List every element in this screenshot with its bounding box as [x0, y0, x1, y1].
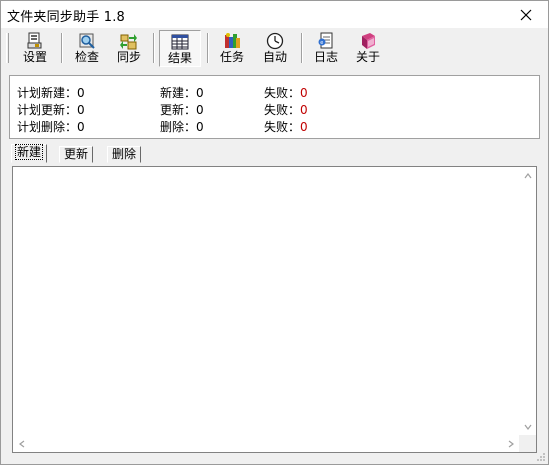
tasks-button[interactable]: 任务 — [213, 30, 251, 67]
planned-new-label: 计划新建： — [17, 86, 78, 100]
close-button[interactable] — [504, 1, 548, 28]
update-stat: 更新：0 — [160, 101, 204, 118]
planned-update-stat: 计划更新：0 — [17, 101, 85, 118]
window-title: 文件夹同步助手 1.8 — [7, 10, 126, 25]
delete-label: 删除： — [160, 120, 197, 134]
fail-new-stat: 失败：0 — [264, 84, 308, 101]
results-list[interactable] — [12, 166, 537, 453]
planned-update-label: 计划更新： — [17, 103, 78, 117]
fail-value: 0 — [300, 103, 308, 117]
resize-grip-icon[interactable] — [536, 452, 546, 462]
delete-value: 0 — [196, 120, 204, 134]
new-label: 新建： — [160, 86, 197, 100]
scroll-down-button[interactable] — [519, 418, 536, 435]
fail-label: 失败： — [264, 86, 301, 100]
toolbar-separator — [153, 33, 155, 63]
fail-value: 0 — [300, 120, 308, 134]
log-label: 日志 — [313, 50, 338, 64]
update-value: 0 — [196, 103, 204, 117]
log-icon: e — [318, 32, 333, 49]
planned-update-value: 0 — [77, 103, 85, 117]
about-label: 关于 — [355, 50, 380, 64]
chevron-up-icon — [524, 172, 531, 178]
tab-update[interactable]: 更新 — [59, 146, 94, 163]
auto-button[interactable]: 自动 — [255, 30, 295, 67]
vertical-scrollbar[interactable] — [519, 167, 536, 435]
sync-button[interactable]: 同步 — [111, 30, 147, 67]
fail-update-stat: 失败：0 — [264, 101, 308, 118]
chevron-right-icon — [508, 440, 514, 447]
sync-icon — [120, 34, 137, 50]
toolbar: 设置 检查 同步 结果 任务 自动 e 日志 关于 — [1, 28, 548, 68]
toolbar-grip[interactable] — [6, 33, 9, 63]
tab-new[interactable]: 新建 — [11, 144, 48, 163]
settings-button[interactable]: 设置 — [15, 30, 55, 67]
toolbar-separator — [207, 33, 209, 63]
tab-delete[interactable]: 删除 — [107, 146, 142, 163]
results-button[interactable]: 结果 — [159, 30, 201, 67]
new-value: 0 — [196, 86, 204, 100]
fail-value: 0 — [300, 86, 308, 100]
tab-strip: 新建 更新 删除 — [9, 144, 540, 163]
settings-icon — [27, 32, 42, 49]
close-icon — [520, 9, 532, 20]
title-bar[interactable]: 文件夹同步助手 1.8 — [1, 1, 548, 28]
check-button[interactable]: 检查 — [67, 30, 107, 67]
scroll-right-button[interactable] — [502, 435, 519, 452]
new-stat: 新建：0 — [160, 84, 204, 101]
svg-text:e: e — [320, 40, 323, 46]
update-label: 更新： — [160, 103, 197, 117]
delete-stat: 删除：0 — [160, 118, 204, 135]
log-button[interactable]: e 日志 — [307, 30, 345, 67]
fail-delete-stat: 失败：0 — [264, 118, 308, 135]
planned-new-value: 0 — [77, 86, 85, 100]
summary-row-update: 计划更新：0 更新：0 失败：0 — [10, 101, 539, 117]
settings-label: 设置 — [22, 50, 47, 64]
about-button[interactable]: 关于 — [349, 30, 387, 67]
planned-delete-label: 计划删除： — [17, 120, 78, 134]
auto-label: 自动 — [262, 50, 287, 64]
scroll-left-button[interactable] — [13, 435, 30, 452]
planned-delete-value: 0 — [77, 120, 85, 134]
toolbar-separator — [301, 33, 303, 63]
book-icon — [362, 33, 375, 49]
tasks-label: 任务 — [219, 50, 244, 64]
check-label: 检查 — [74, 50, 99, 64]
tab-new-label: 新建 — [14, 144, 44, 160]
tab-delete-label: 删除 — [112, 147, 137, 161]
tasks-icon — [225, 33, 240, 48]
chevron-down-icon — [524, 424, 531, 430]
sync-label: 同步 — [116, 50, 141, 64]
results-label: 结果 — [167, 51, 192, 65]
results-icon — [171, 34, 189, 50]
check-icon — [79, 33, 95, 49]
horizontal-scrollbar[interactable] — [13, 435, 519, 452]
scrollbar-corner — [519, 435, 536, 452]
planned-delete-stat: 计划删除：0 — [17, 118, 85, 135]
planned-new-stat: 计划新建：0 — [17, 84, 85, 101]
chevron-left-icon — [18, 440, 24, 447]
clock-icon — [266, 32, 284, 50]
summary-row-new: 计划新建：0 新建：0 失败：0 — [10, 84, 539, 100]
tab-update-label: 更新 — [64, 147, 89, 161]
fail-label: 失败： — [264, 120, 301, 134]
app-window: 文件夹同步助手 1.8 设置 检查 同步 结果 任务 自动 e 日志 关于 计划… — [0, 0, 549, 465]
fail-label: 失败： — [264, 103, 301, 117]
toolbar-separator — [61, 33, 63, 63]
summary-panel: 计划新建：0 新建：0 失败：0 计划更新：0 更新：0 失败：0 计划删除：0… — [9, 75, 540, 139]
summary-row-delete: 计划删除：0 删除：0 失败：0 — [10, 118, 539, 134]
scroll-up-button[interactable] — [519, 167, 536, 184]
